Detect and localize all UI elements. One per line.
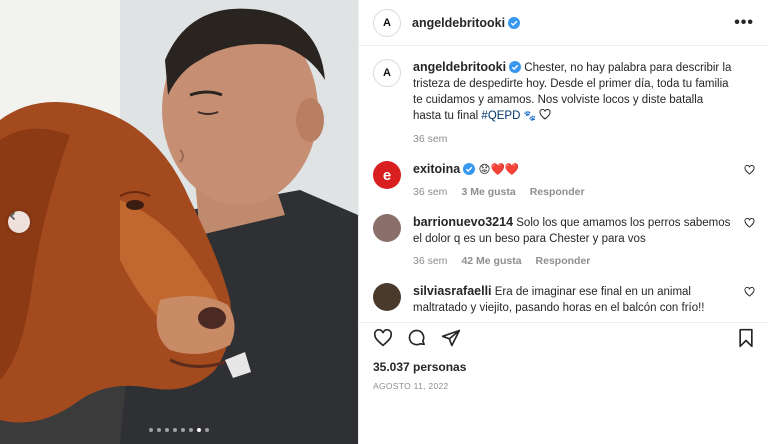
chevron-left-icon	[9, 211, 16, 221]
comment-item: barrionuevo3214 Solo los que amamos los …	[373, 214, 755, 269]
post-actions-bar	[359, 322, 768, 352]
carousel-dot	[205, 428, 209, 432]
verified-badge-icon	[508, 16, 521, 29]
comment-username[interactable]: silviasrafaelli	[413, 284, 492, 298]
post-detail-panel: A angeldebritooki ••• A angeldebritooki …	[358, 0, 768, 444]
comment-username[interactable]: barrionuevo3214	[413, 215, 513, 229]
caption-username[interactable]: angeldebritooki	[413, 60, 506, 74]
caption-time[interactable]: 36 sem	[413, 131, 447, 147]
post-caption: A angeldebritooki Chester, no hay palabr…	[373, 59, 755, 147]
carousel-dot	[173, 428, 177, 432]
like-comment-heart-icon[interactable]	[744, 165, 755, 175]
hashtag-link[interactable]: #QEPD	[481, 110, 520, 122]
comment-text: 😟❤️❤️	[478, 164, 520, 176]
commenter-avatar[interactable]: e	[373, 161, 401, 189]
comment-button[interactable]	[407, 328, 427, 348]
photo-illustration	[0, 0, 358, 444]
paper-plane-icon	[441, 329, 461, 346]
commenter-avatar[interactable]	[373, 214, 401, 242]
author-avatar[interactable]: A	[373, 8, 401, 37]
carousel-dot	[165, 428, 169, 432]
heart-icon	[373, 328, 393, 346]
bookmark-icon	[739, 328, 753, 347]
carousel-dot	[157, 428, 161, 432]
like-comment-heart-icon[interactable]	[744, 287, 755, 297]
comments-list: A angeldebritooki Chester, no hay palabr…	[359, 47, 768, 315]
comment-item: silviasrafaelli Era de imaginar ese fina…	[373, 283, 755, 315]
reply-button[interactable]: Responder	[530, 184, 585, 200]
comment-time[interactable]: 36 sem	[413, 253, 447, 269]
comment-time[interactable]: 36 sem	[413, 184, 447, 200]
like-button[interactable]	[373, 328, 393, 347]
carousel-dot	[197, 428, 201, 432]
author-username[interactable]: angeldebritooki	[412, 16, 505, 30]
share-button[interactable]	[441, 328, 461, 348]
caption-avatar[interactable]: A	[373, 59, 401, 87]
carousel-dot	[181, 428, 185, 432]
more-options-button[interactable]: •••	[734, 14, 754, 32]
post-photo[interactable]	[0, 0, 358, 444]
comment-likes[interactable]: 3 Me gusta	[461, 184, 515, 200]
save-button[interactable]	[737, 328, 755, 348]
verified-badge-icon	[463, 163, 476, 175]
likes-count[interactable]: 35.037 personas	[373, 360, 466, 374]
commenter-avatar[interactable]	[373, 283, 401, 311]
like-comment-heart-icon[interactable]	[744, 218, 755, 228]
comment-item: e exitoina 😟❤️❤️ 36 sem 3 Me gusta Respo…	[373, 161, 755, 200]
white-heart-emoji-icon	[539, 108, 551, 120]
carousel-dot	[189, 428, 193, 432]
comment-likes[interactable]: 42 Me gusta	[461, 253, 521, 269]
verified-badge-icon	[509, 61, 522, 73]
post-date: AGOSTO 11, 2022	[373, 381, 449, 391]
carousel-previous-button[interactable]	[8, 211, 30, 233]
comment-bubble-icon	[408, 329, 425, 345]
carousel-indicator	[0, 428, 358, 432]
comment-username[interactable]: exitoina	[413, 162, 460, 176]
carousel-dot	[149, 428, 153, 432]
paws-emoji: 🐾	[523, 111, 537, 122]
reply-button[interactable]: Responder	[536, 253, 591, 269]
post-header: A angeldebritooki •••	[359, 0, 768, 46]
